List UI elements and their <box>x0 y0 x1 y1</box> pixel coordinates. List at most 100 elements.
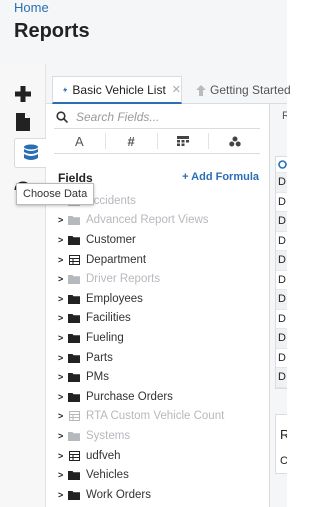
chevron-right-icon[interactable]: > <box>58 294 68 304</box>
tree-node-label: Advanced Report Views <box>86 214 209 227</box>
tree-node-label: Fueling <box>86 331 124 344</box>
text-type-icon: A <box>75 133 84 149</box>
tree-node[interactable]: > Parts <box>58 348 264 368</box>
chevron-right-icon[interactable]: > <box>58 372 68 382</box>
table-row[interactable]: D <box>276 271 287 290</box>
radio-icon[interactable] <box>278 160 287 169</box>
folder-icon <box>68 353 80 363</box>
table-row[interactable]: D <box>276 212 287 232</box>
chevron-right-icon[interactable]: > <box>58 353 68 363</box>
hash-icon: # <box>127 133 135 149</box>
add-formula-button[interactable]: + Add Formula <box>182 171 259 183</box>
preview-card: Re C <box>275 414 287 474</box>
close-icon[interactable]: ✕ <box>172 83 181 96</box>
document-button[interactable] <box>11 110 35 134</box>
tree-node[interactable]: > Purchase Orders <box>58 387 264 407</box>
tree-node-label: RTA Custom Vehicle Count <box>86 410 225 423</box>
tree-node[interactable]: > Work Orders <box>58 485 264 505</box>
folder-icon <box>68 392 80 402</box>
tab-strip: Basic Vehicle List ✕ Getting Started <box>46 76 291 104</box>
tab-getting-started[interactable]: Getting Started <box>196 76 291 104</box>
tree-node[interactable]: > PMs <box>58 367 264 387</box>
tree-node-label: Customer <box>86 233 136 246</box>
table-row[interactable]: D <box>276 232 287 251</box>
table-row[interactable]: D <box>276 310 287 329</box>
chevron-right-icon[interactable]: > <box>58 274 68 284</box>
left-rail <box>0 64 46 507</box>
chevron-right-icon[interactable]: > <box>58 431 68 441</box>
table-row[interactable]: D <box>276 290 287 310</box>
date-filter-button[interactable] <box>158 129 209 153</box>
page-title: Reports <box>14 20 90 42</box>
tree-node[interactable]: > udfveh <box>58 446 264 466</box>
table-row[interactable]: D <box>276 173 287 193</box>
tree-node[interactable]: > Advanced Report Views <box>58 211 264 231</box>
tree-node-label: Work Orders <box>86 488 151 501</box>
fields-tree: >Accidents>Advanced Report Views>Custome… <box>58 191 264 505</box>
folder-icon <box>68 313 80 324</box>
tree-node[interactable]: > Systems <box>58 426 264 446</box>
database-icon <box>23 144 38 160</box>
chevron-right-icon[interactable]: > <box>58 490 68 500</box>
tree-node[interactable]: > Vehicles <box>58 465 264 485</box>
card-title-fragment: Re <box>280 427 287 442</box>
tree-node[interactable]: > Employees <box>58 289 264 309</box>
chevron-right-icon[interactable]: > <box>58 235 68 245</box>
folder-icon <box>68 431 80 441</box>
chevron-right-icon[interactable]: > <box>58 411 68 421</box>
report-preview-area: R DDDDDDDDDDD Re C <box>271 104 287 507</box>
add-report-button[interactable] <box>11 82 35 106</box>
breadcrumb-home[interactable]: Home <box>14 0 49 15</box>
chevron-right-icon[interactable]: > <box>58 451 68 461</box>
tree-node[interactable]: > Driver Reports <box>58 269 264 289</box>
up-arrow-icon <box>196 84 206 96</box>
tree-node[interactable]: > Department <box>58 250 264 270</box>
tab-label: Basic Vehicle List <box>72 82 166 97</box>
tab-basic-vehicle-list[interactable]: Basic Vehicle List ✕ <box>52 76 182 104</box>
table-row[interactable]: D <box>276 251 287 271</box>
chevron-right-icon[interactable]: > <box>58 215 68 225</box>
tree-node[interactable]: > Customer <box>58 230 264 250</box>
tree-node[interactable]: > Facilities <box>58 309 264 329</box>
tree-node-label: Employees <box>86 292 143 305</box>
preview-table: DDDDDDDDDDD <box>275 156 287 389</box>
number-filter-button[interactable]: # <box>106 129 157 153</box>
choose-data-button[interactable] <box>14 138 46 168</box>
tree-node-label: udfveh <box>86 449 121 462</box>
chevron-right-icon[interactable]: > <box>58 470 68 480</box>
tree-node-label: PMs <box>86 371 109 384</box>
table-icon <box>68 254 80 265</box>
folder-icon <box>68 490 80 500</box>
circles-icon <box>228 136 241 146</box>
other-filter-button[interactable] <box>209 129 260 153</box>
tree-node-label: Driver Reports <box>86 273 161 286</box>
folder-icon <box>68 333 80 343</box>
text-filter-button[interactable]: A <box>54 129 105 153</box>
tree-node[interactable]: > Fueling <box>58 328 264 348</box>
chevron-right-icon[interactable]: > <box>58 392 68 402</box>
table-row[interactable]: D <box>276 193 287 212</box>
tree-node-label: Systems <box>86 429 131 442</box>
table-row[interactable]: D <box>276 368 287 388</box>
fields-panel: A # Fields + Add Formula >Accidents>Adva… <box>46 104 270 507</box>
table-header <box>276 157 287 173</box>
chevron-right-icon[interactable]: > <box>58 333 68 343</box>
table-row[interactable]: D <box>276 329 287 349</box>
table-row[interactable]: D <box>276 349 287 368</box>
table-icon <box>68 450 80 461</box>
folder-icon <box>68 372 80 383</box>
search-input[interactable] <box>76 110 246 124</box>
bolt-icon <box>63 86 68 93</box>
choose-data-tooltip: Choose Data <box>16 183 95 205</box>
chevron-right-icon[interactable]: > <box>58 255 68 265</box>
table-icon <box>68 411 80 422</box>
folder-icon <box>68 215 80 226</box>
folder-icon <box>68 470 80 481</box>
plus-icon <box>15 86 31 102</box>
chevron-right-icon[interactable]: > <box>58 313 68 323</box>
tree-node-label: Vehicles <box>86 469 129 482</box>
search-box <box>56 107 262 127</box>
preview-label-fragment: R <box>282 110 287 122</box>
grid-icon <box>176 136 189 146</box>
tree-node[interactable]: > RTA Custom Vehicle Count <box>58 407 264 427</box>
